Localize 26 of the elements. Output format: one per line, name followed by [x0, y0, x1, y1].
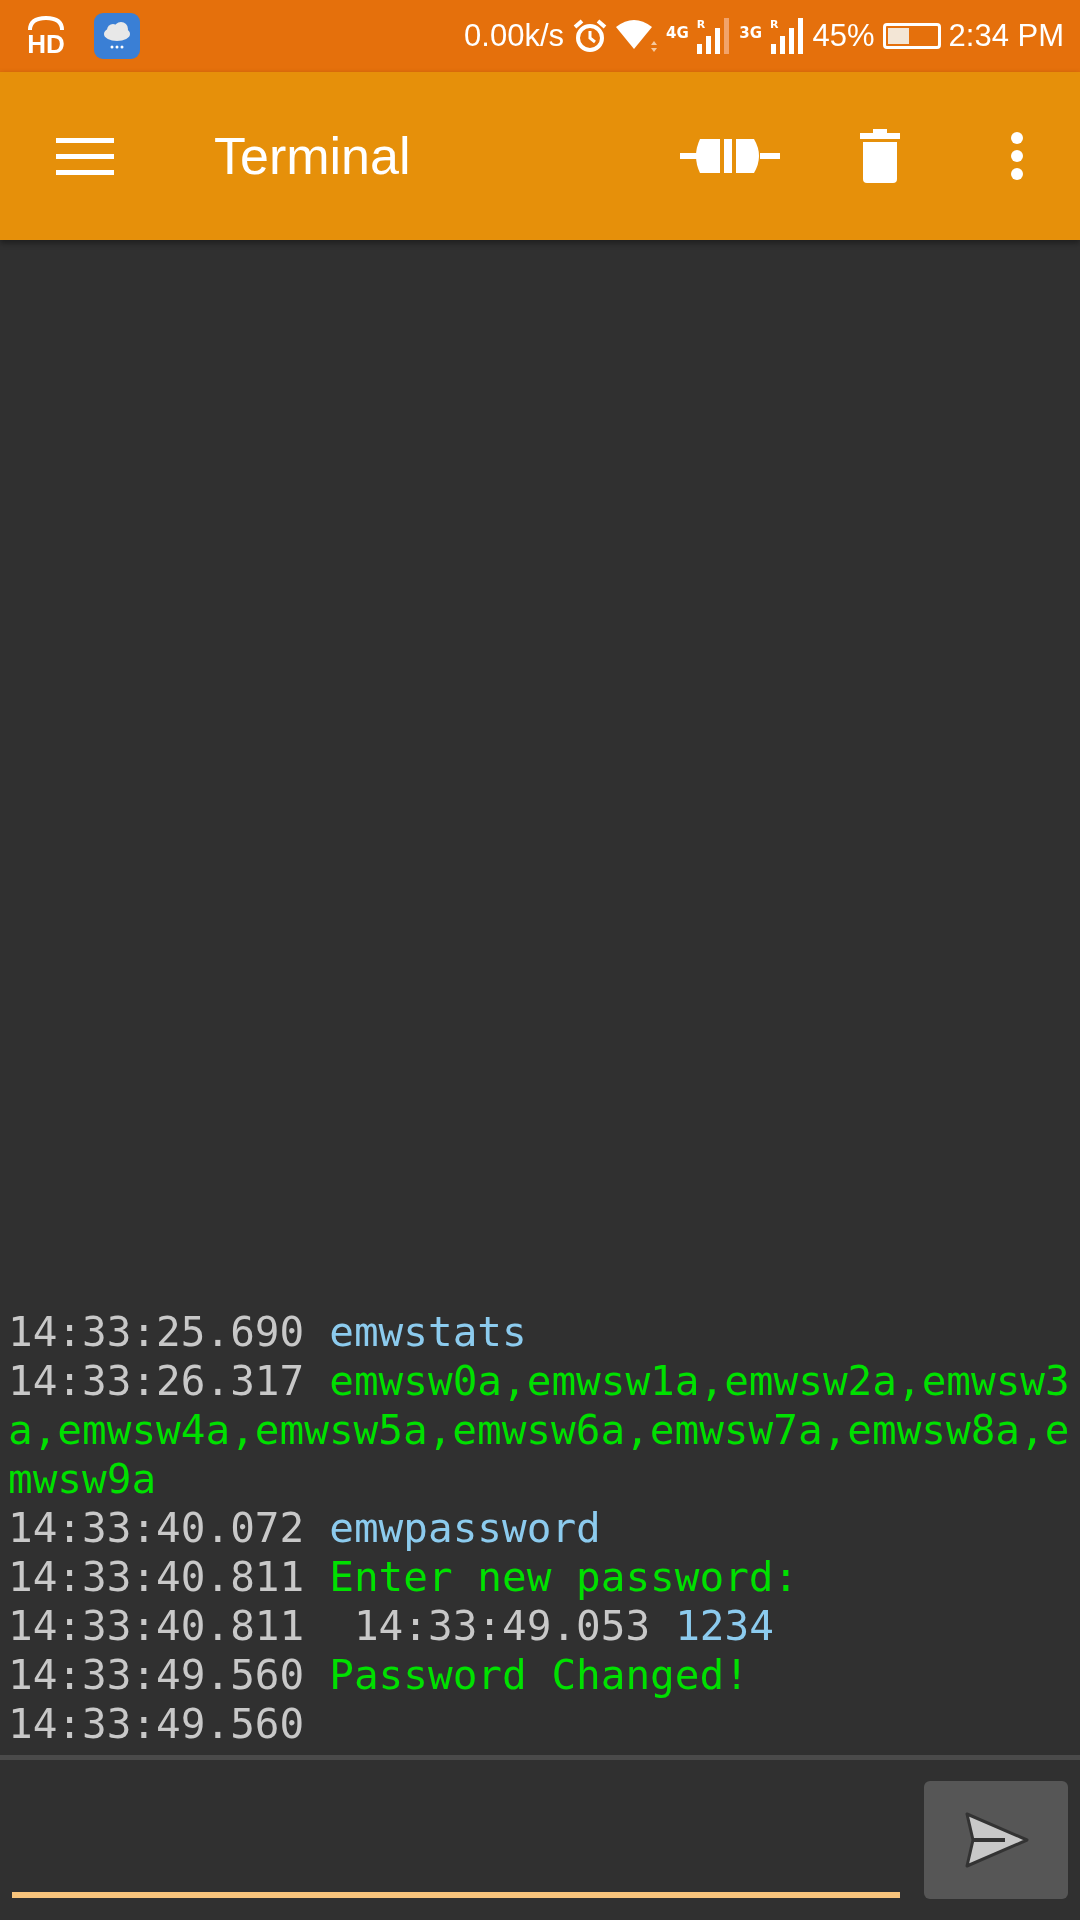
- menu-icon[interactable]: [56, 136, 114, 176]
- alarm-icon: [572, 18, 609, 54]
- log-line: 14:33:49.560 Password Changed!: [8, 1651, 749, 1699]
- battery-percent: 45%: [812, 18, 875, 54]
- delete-icon[interactable]: [860, 129, 900, 183]
- roaming-label: R: [696, 18, 706, 31]
- battery-icon: [882, 23, 941, 49]
- wifi-icon: [616, 19, 659, 53]
- log-line: 14:33:26.317 emwsw0a,emwsw1a,emwsw2a,emwsw3a,emwsw4a,emwsw5a,emwsw6a,emwsw7a,emwsw8a,emwsw9a: [8, 1357, 1070, 1503]
- signal-icon: [697, 18, 732, 54]
- weather-app-icon: [94, 13, 140, 59]
- log-line: 14:33:25.690 emwstats: [8, 1308, 527, 1356]
- network-speed: 0.00k/s: [464, 18, 565, 54]
- log-line: 14:33:40.072 emwpassword: [8, 1504, 601, 1552]
- network-type: 4G: [666, 24, 689, 42]
- roaming-label: R: [770, 18, 779, 31]
- network-type: 3G: [739, 24, 762, 42]
- log-line: 14:33:49.560: [8, 1700, 305, 1748]
- app-title: Terminal: [214, 126, 412, 186]
- send-icon: [963, 1812, 1029, 1868]
- signal-icon: [770, 18, 805, 54]
- more-options-icon[interactable]: [1010, 131, 1024, 181]
- log-line: 14:33:40.811 Enter new password:: [8, 1553, 799, 1601]
- send-button[interactable]: [924, 1781, 1068, 1899]
- clock: 2:34 PM: [948, 18, 1064, 54]
- log-line: 14:33:40.811 14:33:49.053 1234: [8, 1602, 774, 1650]
